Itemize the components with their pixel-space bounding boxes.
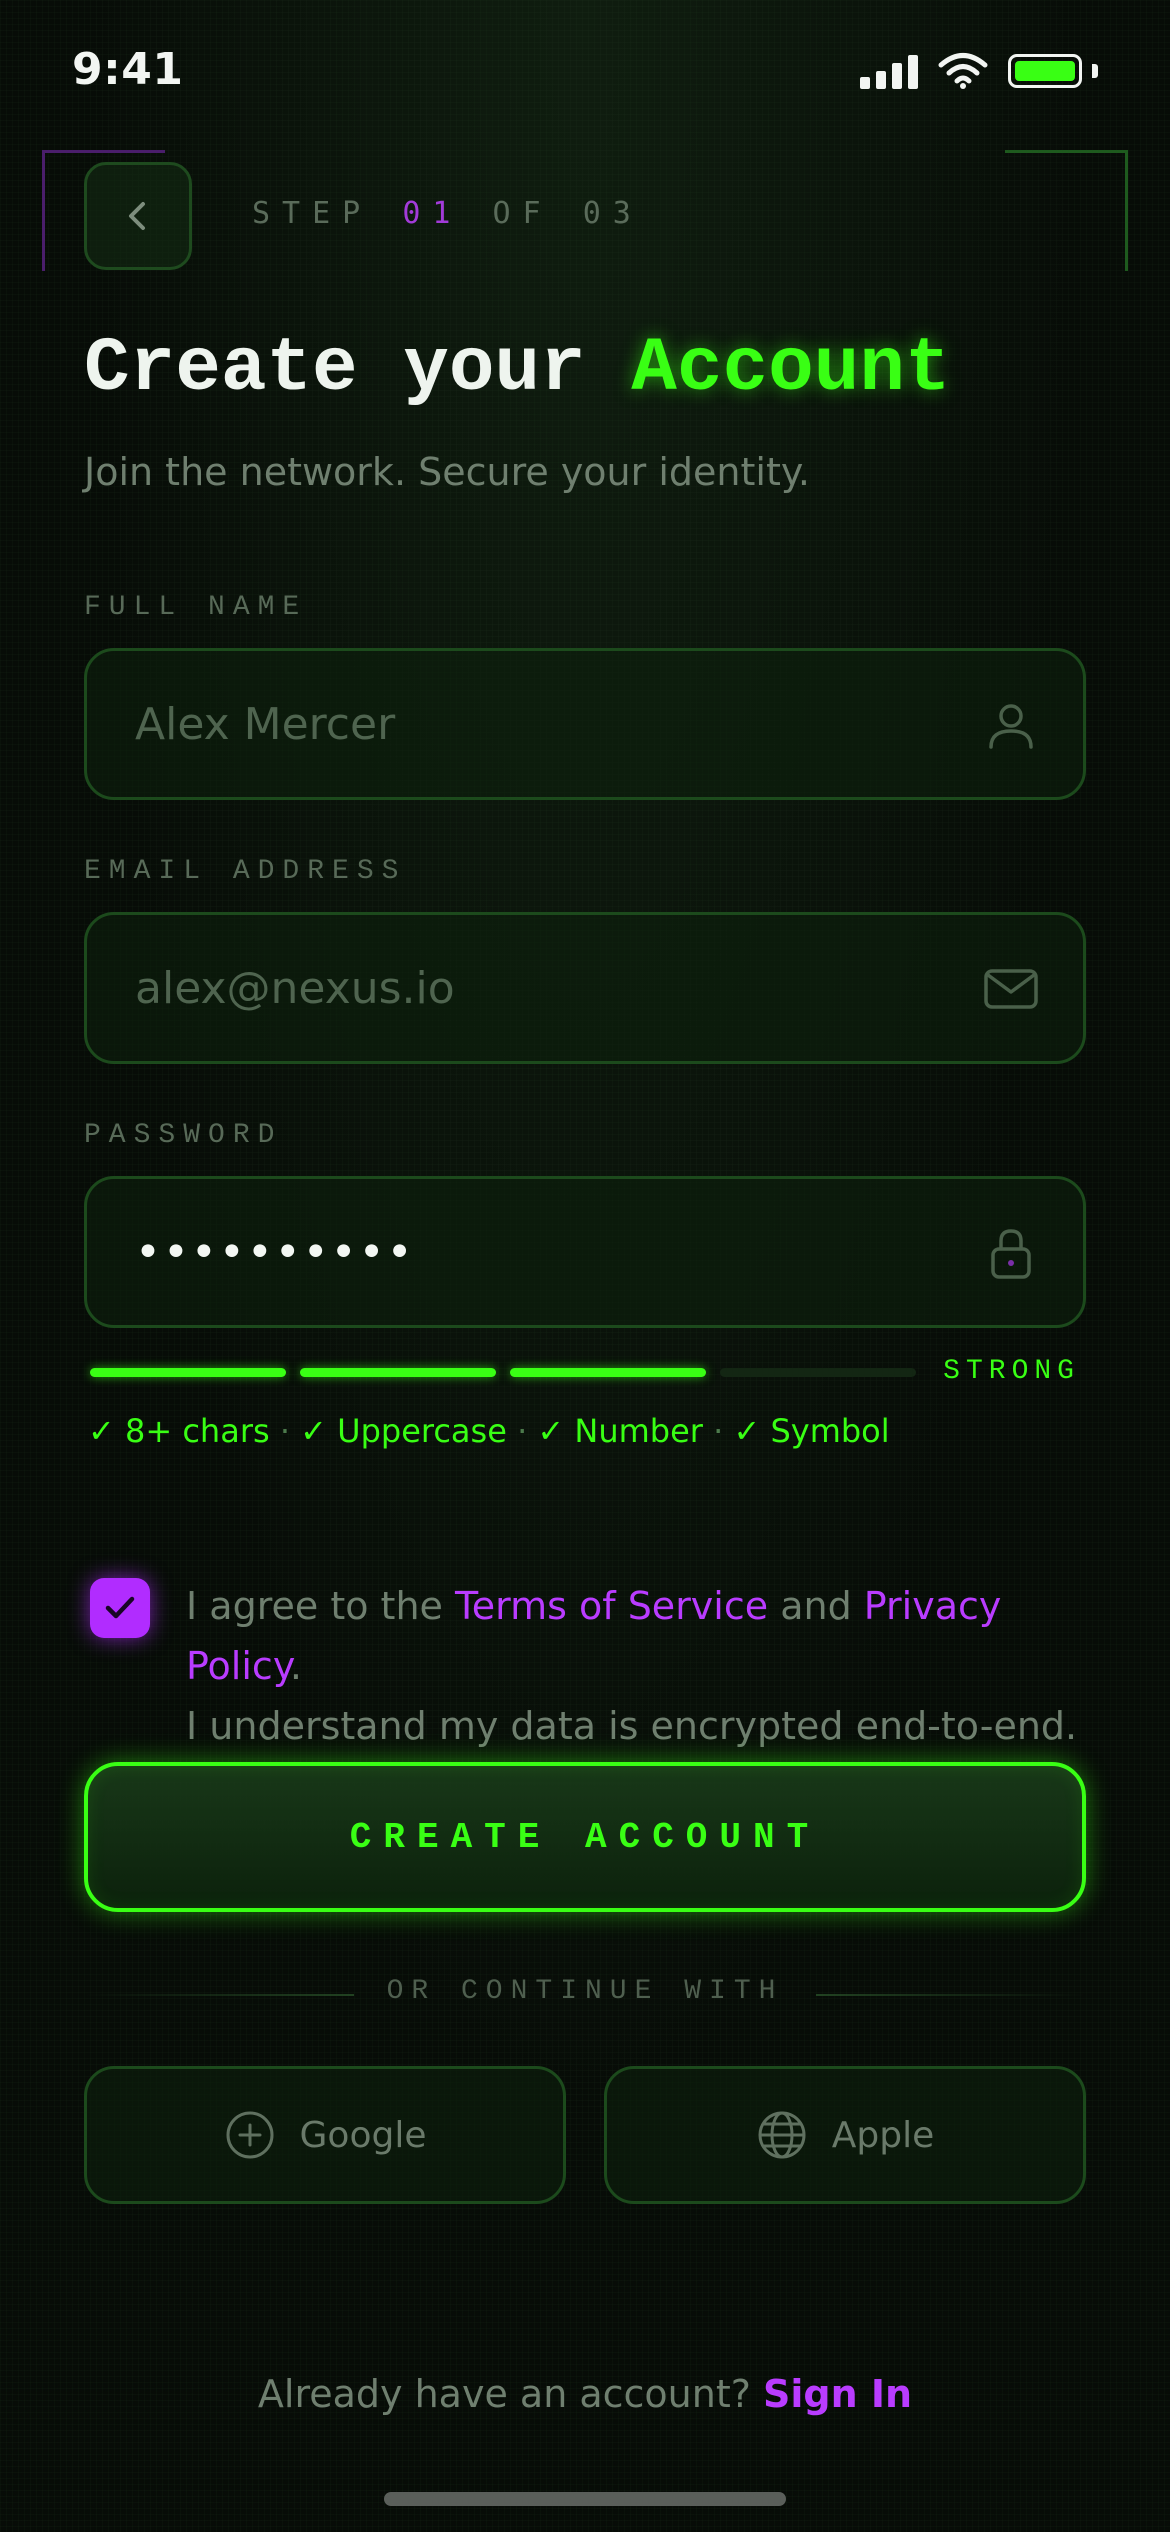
mail-icon xyxy=(984,969,1038,1009)
check-icon xyxy=(105,1596,135,1619)
strength-segment xyxy=(300,1368,496,1377)
step-total: 03 xyxy=(582,196,643,231)
sign-in-link[interactable]: Sign In xyxy=(763,2372,912,2416)
signin-row: Already have an account? Sign In xyxy=(0,2372,1170,2416)
full-name-field[interactable] xyxy=(84,648,1086,800)
page-title: Create your Account xyxy=(84,326,951,412)
corner-bracket-right xyxy=(1005,150,1128,271)
step-indicator: STEP 01 OF 03 xyxy=(252,196,643,231)
page-subtitle: Join the network. Secure your identity. xyxy=(84,450,810,494)
lock-icon xyxy=(991,1229,1031,1279)
back-button[interactable] xyxy=(84,162,192,270)
full-name-input[interactable] xyxy=(135,651,955,797)
title-text: Create your xyxy=(84,326,586,412)
divider-text: OR CONTINUE WITH xyxy=(386,1976,784,2007)
battery-level xyxy=(1015,61,1075,81)
battery-icon xyxy=(1008,54,1082,88)
signin-prompt: Already have an account? xyxy=(257,2372,751,2416)
home-indicator[interactable] xyxy=(384,2492,786,2506)
create-account-button[interactable]: CREATE ACCOUNT xyxy=(84,1762,1086,1912)
agreement-text: I agree to the Terms of Service and Priv… xyxy=(186,1576,1086,1756)
strength-segment xyxy=(90,1368,286,1377)
email-field[interactable] xyxy=(84,912,1086,1064)
full-name-label: FULL NAME xyxy=(84,592,308,623)
requirement-length: ✓ 8+ chars xyxy=(88,1412,270,1450)
status-icons xyxy=(860,52,1098,90)
apple-signin-button[interactable]: Apple xyxy=(604,2066,1086,2204)
step-current: 01 xyxy=(402,196,463,231)
password-strength-meter xyxy=(90,1368,916,1377)
battery-cap xyxy=(1092,64,1098,78)
requirement-symbol: ✓ Symbol xyxy=(733,1412,890,1450)
email-label: EMAIL ADDRESS xyxy=(84,856,407,887)
email-input[interactable] xyxy=(135,915,955,1061)
agree-prefix: I agree to the xyxy=(186,1584,455,1628)
status-bar: 9:41 xyxy=(0,0,1170,150)
requirement-separator: · xyxy=(713,1412,724,1450)
strength-label: STRONG xyxy=(943,1356,1080,1387)
requirement-separator: · xyxy=(517,1412,528,1450)
title-accent: Account xyxy=(631,326,951,412)
password-label: PASSWORD xyxy=(84,1120,283,1151)
password-field[interactable] xyxy=(84,1176,1086,1328)
agree-middle: and xyxy=(768,1584,864,1628)
google-label: Google xyxy=(299,2114,427,2156)
wifi-icon xyxy=(938,53,988,89)
password-input[interactable] xyxy=(135,1179,955,1325)
agree-suffix: . xyxy=(289,1644,302,1688)
plus-circle-icon xyxy=(226,2111,274,2159)
signal-icon xyxy=(860,53,918,89)
step-of: OF xyxy=(492,196,553,231)
terms-of-service-link[interactable]: Terms of Service xyxy=(455,1584,768,1628)
google-signin-button[interactable]: Google xyxy=(84,2066,566,2204)
password-requirements: ✓ 8+ chars · ✓ Uppercase · ✓ Number · ✓ … xyxy=(88,1412,890,1450)
requirement-uppercase: ✓ Uppercase xyxy=(300,1412,507,1450)
apple-label: Apple xyxy=(831,2114,935,2156)
requirement-separator: · xyxy=(279,1412,290,1450)
status-time: 9:41 xyxy=(72,44,184,95)
user-icon xyxy=(989,704,1033,749)
chevron-left-icon xyxy=(129,202,145,230)
agree-line2: I understand my data is encrypted end-to… xyxy=(186,1704,1078,1748)
globe-icon xyxy=(758,2111,806,2159)
strength-segment xyxy=(720,1368,916,1377)
agree-checkbox[interactable] xyxy=(90,1578,150,1638)
step-prefix: STEP xyxy=(252,196,373,231)
strength-segment xyxy=(510,1368,706,1377)
requirement-number: ✓ Number xyxy=(537,1412,703,1450)
